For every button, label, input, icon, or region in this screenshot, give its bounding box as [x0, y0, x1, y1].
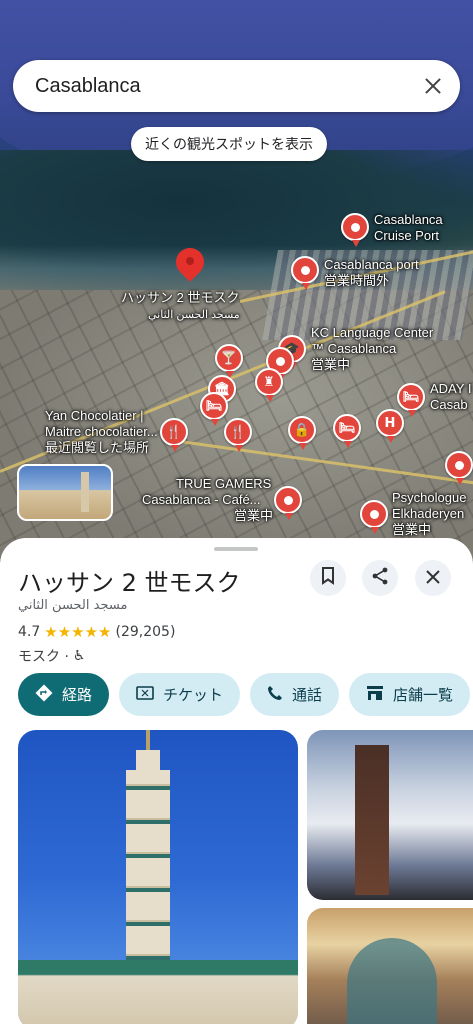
- category-row: モスク · ♿: [18, 646, 85, 666]
- map-view[interactable]: Casablanca 近くの観光スポットを表示 🎓 🍸 🏛 🛏 ♜ 🍴 🍴 🔒 …: [0, 0, 473, 560]
- place-title: ハッサン 2 世モスク: [18, 569, 241, 597]
- label-psychologue: Psychologue Elkhaderyen 営業中: [392, 490, 467, 537]
- pin-hotel-2[interactable]: 🛏: [333, 414, 361, 448]
- rating-value: 4.7: [18, 624, 41, 640]
- share-icon: [371, 567, 389, 589]
- review-count: (29,205): [115, 624, 176, 640]
- street-view-thumbnail[interactable]: [17, 464, 113, 521]
- drag-handle[interactable]: [214, 547, 258, 551]
- rating-row[interactable]: 4.7 ★★★★★ (29,205): [18, 623, 175, 641]
- action-chips: 経路 チケット 通話 店舗一覧: [18, 673, 471, 716]
- label-true-gamers: TRUE GAMERS Casablanca - Café... 営業中: [142, 476, 274, 523]
- pin-yan-chocolatier[interactable]: 🍴: [160, 418, 188, 452]
- close-sheet-button[interactable]: [415, 560, 451, 596]
- call-label: 通話: [292, 686, 323, 704]
- search-input[interactable]: Casablanca: [35, 75, 420, 98]
- directions-label: 経路: [62, 686, 93, 704]
- label-kc-language: KC Language Center ™ Casablanca 営業中: [311, 325, 434, 372]
- place-sheet: ハッサン 2 世モスク مسجد الحسن الثاني 4.7 ★★★★★ …: [0, 538, 473, 1024]
- wheelchair-accessible-icon: ♿: [72, 648, 86, 664]
- search-bar[interactable]: Casablanca: [13, 60, 460, 112]
- store-icon: [366, 685, 384, 705]
- selected-place-pin[interactable]: [170, 242, 210, 288]
- pin-bar[interactable]: 🍸: [215, 344, 243, 378]
- label-port: Casablanca port 営業時間外: [324, 257, 419, 288]
- pin-hospital[interactable]: H: [376, 409, 404, 443]
- pin-hotel[interactable]: 🛏: [200, 392, 228, 426]
- place-category: モスク ·: [18, 649, 69, 665]
- side-photo-minaret[interactable]: [307, 730, 473, 900]
- nearby-attractions-chip[interactable]: 近くの観光スポットを表示: [131, 127, 327, 161]
- pin-port[interactable]: [291, 256, 319, 290]
- label-mosque: ハッサン 2 世モスク: [121, 290, 240, 305]
- ticket-icon: [136, 685, 154, 704]
- directions-button[interactable]: 経路: [18, 673, 110, 716]
- share-button[interactable]: [362, 560, 398, 596]
- pin-true-gamers[interactable]: [274, 486, 302, 520]
- label-mosque-arabic: مسجد الحسن الثاني: [148, 309, 240, 321]
- pin-place-2[interactable]: [445, 451, 473, 485]
- pin-psychologue[interactable]: [360, 500, 388, 534]
- pin-aday[interactable]: 🛏: [397, 383, 425, 417]
- save-button[interactable]: [310, 560, 346, 596]
- pin-cruise-port[interactable]: [341, 213, 369, 247]
- call-button[interactable]: 通話: [250, 673, 340, 716]
- pin-monument[interactable]: ♜: [255, 368, 283, 402]
- pin-restaurant[interactable]: 🍴: [224, 418, 252, 452]
- side-photo-interior[interactable]: [307, 908, 473, 1024]
- place-subtitle-arabic: مسجد الحسن الثاني: [18, 598, 128, 613]
- phone-icon: [267, 685, 283, 705]
- label-aday: ADAY I Casab: [430, 381, 472, 412]
- pin-shop[interactable]: 🔒: [288, 416, 316, 450]
- label-yan-chocolatier: Yan Chocolatier | Maitre chocolatier... 最近…: [45, 408, 158, 455]
- store-list-label: 店舗一覧: [393, 686, 454, 704]
- directions-icon: [35, 684, 53, 706]
- store-list-button[interactable]: 店舗一覧: [349, 673, 471, 716]
- close-icon: [426, 569, 440, 588]
- close-icon[interactable]: [420, 73, 446, 99]
- tickets-button[interactable]: チケット: [119, 673, 241, 716]
- main-photo[interactable]: [18, 730, 298, 1024]
- tickets-label: チケット: [163, 686, 224, 704]
- star-rating-icon: ★★★★★: [44, 623, 112, 641]
- bookmark-icon: [321, 567, 335, 589]
- label-cruise-port: Casablanca Cruise Port: [374, 212, 443, 243]
